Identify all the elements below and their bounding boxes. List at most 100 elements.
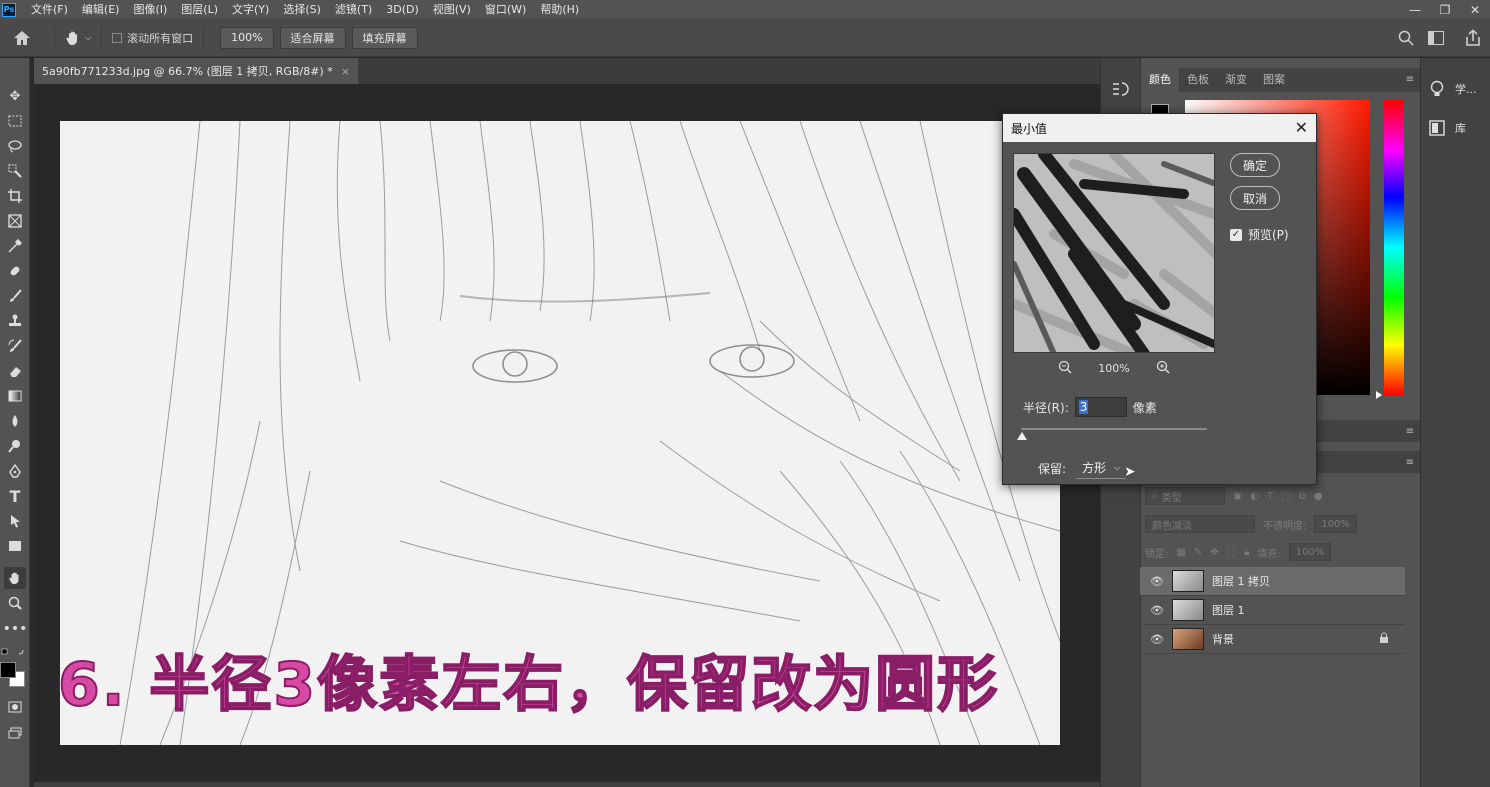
eraser-tool-icon[interactable] — [4, 360, 26, 382]
menu-view[interactable]: 视图(V) — [426, 0, 478, 19]
eyedropper-tool-icon[interactable] — [4, 235, 26, 257]
quick-mask-icon[interactable] — [4, 696, 26, 718]
preserve-select[interactable]: 方形 ⌵ — [1076, 457, 1127, 479]
learn-label: 学... — [1455, 83, 1477, 96]
filter-toggle-icon[interactable]: ● — [1314, 491, 1323, 502]
tab-patterns[interactable]: 图案 — [1255, 68, 1293, 92]
radius-slider-track[interactable] — [1021, 428, 1207, 430]
lock-all-icon[interactable]: 🔒︎ — [1244, 547, 1249, 558]
panel-menu-icon[interactable]: ≡ — [1406, 426, 1414, 437]
brush-tool-icon[interactable] — [4, 285, 26, 307]
menu-type[interactable]: 文字(Y) — [225, 0, 276, 19]
frame-tool-icon[interactable] — [4, 210, 26, 232]
visibility-eye-icon[interactable]: 👁︎ — [1150, 604, 1164, 617]
rectangle-tool-icon[interactable] — [4, 535, 26, 557]
filter-shape-icon[interactable]: ⬚ — [1281, 491, 1290, 502]
menu-layer[interactable]: 图层(L) — [174, 0, 225, 19]
filter-smart-icon[interactable]: ⧉ — [1299, 491, 1306, 502]
filter-type-icon[interactable]: T — [1267, 491, 1273, 502]
blur-tool-icon[interactable] — [4, 410, 26, 432]
restore-button[interactable]: ❐ — [1430, 0, 1460, 19]
healing-brush-tool-icon[interactable] — [4, 260, 26, 282]
filter-pixel-icon[interactable]: ▣ — [1233, 491, 1242, 502]
lock-pixels-icon[interactable]: ✎ — [1194, 547, 1202, 558]
learn-panel-button[interactable]: 学... — [1429, 80, 1477, 98]
lock-artboard-icon[interactable]: ⬚ — [1227, 547, 1236, 558]
ok-button[interactable]: 确定 — [1230, 153, 1280, 177]
fill-screen-button[interactable]: 填充屏幕 — [351, 26, 418, 49]
hand-tool-icon[interactable]: ⌵ — [65, 30, 91, 46]
cancel-button[interactable]: 取消 — [1230, 186, 1280, 210]
radius-input[interactable]: 3 — [1074, 397, 1127, 417]
type-tool-icon[interactable]: T — [4, 485, 26, 507]
more-tools-icon[interactable]: ••• — [3, 618, 28, 640]
screen-mode-icon[interactable] — [4, 722, 26, 744]
hue-slider[interactable] — [1384, 100, 1404, 395]
document-tab[interactable]: 5a90fb771233d.jpg @ 66.7% (图层 1 拷贝, RGB/… — [34, 58, 358, 84]
menu-select[interactable]: 选择(S) — [276, 0, 328, 19]
tab-gradients[interactable]: 渐变 — [1217, 68, 1255, 92]
visibility-eye-icon[interactable]: 👁︎ — [1150, 575, 1164, 588]
hand-tool-icon[interactable] — [4, 567, 26, 589]
dodge-tool-icon[interactable] — [4, 435, 26, 457]
clone-stamp-tool-icon[interactable] — [4, 310, 26, 332]
menu-file[interactable]: 文件(F) — [24, 0, 75, 19]
panel-menu-icon[interactable]: ≡ — [1406, 74, 1414, 85]
home-icon[interactable] — [0, 30, 44, 46]
opacity-input[interactable]: 100% — [1314, 515, 1357, 533]
minimize-button[interactable]: — — [1400, 0, 1430, 19]
menu-help[interactable]: 帮助(H) — [533, 0, 586, 19]
layer-row[interactable]: 👁︎ 背景 — [1140, 625, 1405, 654]
marquee-tool-icon[interactable] — [4, 110, 26, 132]
zoom-100-button[interactable]: 100% — [220, 26, 274, 49]
menu-edit[interactable]: 编辑(E) — [75, 0, 127, 19]
dialog-title-bar[interactable]: 最小值 ✕ — [1003, 114, 1316, 142]
crop-tool-icon[interactable] — [4, 185, 26, 207]
scroll-all-windows-option[interactable]: 滚动所有窗口 — [112, 30, 193, 46]
zoom-tool-icon[interactable] — [4, 592, 26, 614]
menu-filter[interactable]: 滤镜(T) — [328, 0, 379, 19]
history-brush-tool-icon[interactable] — [4, 335, 26, 357]
menu-window[interactable]: 窗口(W) — [478, 0, 533, 19]
move-tool-icon[interactable]: ✥ — [4, 85, 26, 107]
search-icon[interactable] — [1398, 30, 1414, 49]
filter-preview[interactable] — [1013, 153, 1215, 353]
chevron-down-icon[interactable]: ⌵ — [85, 33, 91, 43]
radius-slider-handle[interactable] — [1017, 432, 1027, 440]
preview-checkbox-row[interactable]: ✓ 预览(P) — [1230, 226, 1289, 243]
pen-tool-icon[interactable] — [4, 460, 26, 482]
share-icon[interactable] — [1464, 29, 1482, 50]
fill-input[interactable]: 100% — [1288, 543, 1332, 561]
preview-checkbox[interactable]: ✓ — [1230, 228, 1242, 241]
lock-position-icon[interactable]: ✥ — [1210, 547, 1218, 558]
menu-3d[interactable]: 3D(D) — [379, 0, 426, 19]
layer-row[interactable]: 👁︎ 图层 1 — [1140, 596, 1405, 625]
zoom-in-icon[interactable] — [1156, 360, 1170, 377]
tab-color[interactable]: 颜色 — [1141, 68, 1179, 92]
menu-image[interactable]: 图像(I) — [126, 0, 174, 19]
blend-mode-select[interactable]: 颜色减淡 — [1145, 515, 1255, 533]
zoom-out-icon[interactable] — [1058, 360, 1072, 377]
lock-transparent-icon[interactable]: ▦ — [1176, 547, 1185, 558]
visibility-eye-icon[interactable]: 👁︎ — [1150, 633, 1164, 646]
layer-search-input[interactable]: ⌕ 类型 — [1145, 487, 1225, 505]
lasso-tool-icon[interactable] — [4, 135, 26, 157]
close-tab-icon[interactable]: × — [341, 65, 350, 78]
tab-swatches[interactable]: 色板 — [1179, 68, 1217, 92]
close-button[interactable]: ✕ — [1460, 0, 1490, 19]
scroll-all-checkbox[interactable] — [112, 32, 123, 43]
path-select-tool-icon[interactable] — [4, 510, 26, 532]
libraries-panel-button[interactable]: 库 — [1429, 120, 1466, 136]
hue-slider-handle[interactable] — [1376, 391, 1382, 399]
foreground-color-swatch[interactable] — [0, 662, 16, 678]
panel-menu-icon[interactable]: ≡ — [1406, 457, 1414, 468]
layer-row[interactable]: 👁︎ 图层 1 拷贝 — [1140, 567, 1405, 596]
quick-select-tool-icon[interactable] — [4, 160, 26, 182]
gradient-tool-icon[interactable] — [4, 385, 26, 407]
workspace-icon[interactable] — [1428, 31, 1444, 48]
close-icon[interactable]: ✕ — [1295, 118, 1308, 137]
history-panel-icon[interactable] — [1111, 80, 1129, 102]
swap-colors-icon[interactable] — [1, 646, 29, 655]
fit-screen-button[interactable]: 适合屏幕 — [279, 26, 346, 49]
filter-adjust-icon[interactable]: ◐ — [1250, 491, 1259, 502]
